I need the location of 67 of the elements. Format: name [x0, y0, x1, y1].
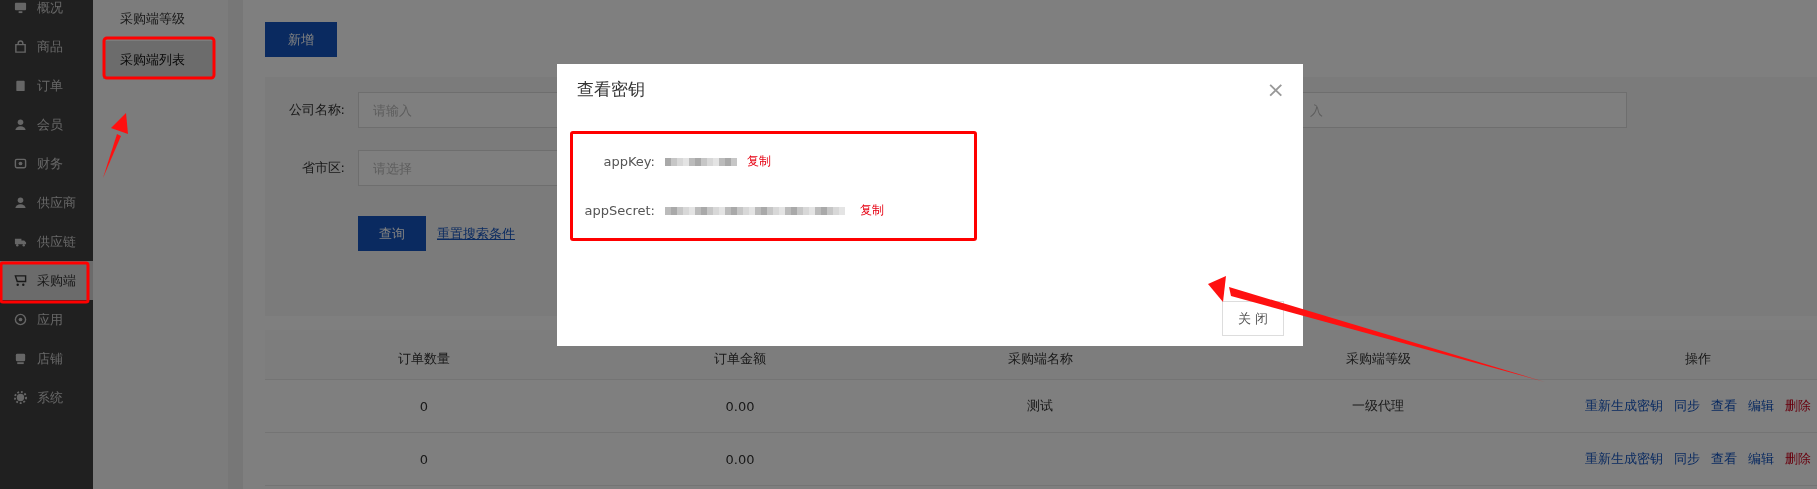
- sidebar-label: 供应链: [37, 232, 76, 251]
- sidebar-item[interactable]: 供应链: [0, 222, 93, 261]
- add-button[interactable]: 新增: [265, 22, 337, 57]
- sidebar-item[interactable]: 财务: [0, 144, 93, 183]
- sidebar-label: 财务: [37, 154, 63, 173]
- table-cell: 测试: [1027, 398, 1053, 413]
- action-link[interactable]: 编辑: [1748, 397, 1774, 415]
- table-cell: 0.00: [725, 451, 755, 467]
- sidebar-item[interactable]: 商品: [0, 27, 93, 66]
- column-header: 采购端名称: [1006, 349, 1074, 368]
- action-link[interactable]: 编辑: [1748, 450, 1774, 468]
- sidebar-label: 采购端: [37, 271, 76, 290]
- action-link[interactable]: 同步: [1674, 397, 1700, 415]
- sidebar-label: 店铺: [37, 349, 63, 368]
- person-icon: [14, 196, 27, 209]
- column-header: 订单数量: [397, 349, 451, 368]
- close-button[interactable]: ×: [1262, 78, 1289, 101]
- table-cell: 0: [419, 451, 429, 467]
- wallet-icon: [14, 157, 27, 170]
- submenu-item[interactable]: 采购端等级: [103, 0, 214, 38]
- action-link[interactable]: 查看: [1711, 397, 1737, 415]
- person-icon: [14, 118, 27, 131]
- sidebar-item[interactable]: 概况: [0, 0, 93, 27]
- sidebar-label: 订单: [37, 76, 63, 95]
- table-cell: 0: [419, 398, 429, 414]
- submenu-item[interactable]: 采购端列表: [103, 41, 214, 79]
- action-link[interactable]: 删除: [1785, 397, 1811, 415]
- sidebar-item[interactable]: 会员: [0, 105, 93, 144]
- arrow: [103, 113, 128, 178]
- monitor-icon: [14, 1, 27, 14]
- dialog-title: 查看密钥: [577, 78, 645, 101]
- gear-icon: [14, 391, 27, 404]
- action-link[interactable]: 查看: [1711, 450, 1737, 468]
- copy-link[interactable]: 复制: [747, 153, 771, 170]
- sidebar-label: 会员: [37, 115, 63, 134]
- bag-icon: [14, 40, 27, 53]
- sidebar-label: 系统: [37, 388, 63, 407]
- reset-link[interactable]: 重置搜索条件: [437, 224, 515, 243]
- action-link[interactable]: 重新生成密钥: [1585, 450, 1663, 468]
- clipboard-icon: [14, 79, 27, 92]
- table-cell: 0.00: [725, 398, 755, 414]
- action-link[interactable]: 重新生成密钥: [1585, 397, 1663, 415]
- query-button[interactable]: 查询: [358, 216, 426, 251]
- globe-icon: [14, 313, 27, 326]
- column-header: 操作: [1684, 349, 1712, 368]
- sidebar-item[interactable]: 订单: [0, 66, 93, 105]
- cart-icon: [14, 274, 27, 287]
- sidebar-label: 商品: [37, 37, 63, 56]
- shop-icon: [14, 352, 27, 365]
- sidebar-label: 概况: [37, 0, 63, 17]
- sidebar-item[interactable]: 系统: [0, 378, 93, 417]
- sidebar-label: 供应商: [37, 193, 76, 212]
- close-button[interactable]: 关 闭: [1222, 301, 1284, 336]
- action-link[interactable]: 同步: [1674, 450, 1700, 468]
- sidebar-item[interactable]: 供应商: [0, 183, 93, 222]
- column-header: 采购端等级: [1344, 349, 1412, 368]
- sidebar-item[interactable]: 店铺: [0, 339, 93, 378]
- field-label: appKey:: [602, 154, 655, 169]
- table-cell: 一级代理: [1352, 398, 1404, 413]
- field-label: 省市区:: [300, 159, 345, 177]
- field-label: 公司名称:: [287, 101, 345, 119]
- action-link[interactable]: 删除: [1785, 450, 1811, 468]
- sidebar-item[interactable]: 应用: [0, 300, 93, 339]
- field-label: appSecret:: [583, 203, 655, 218]
- copy-link[interactable]: 复制: [860, 202, 884, 219]
- column-header: 订单金额: [713, 349, 767, 368]
- sidebar-label: 应用: [37, 310, 63, 329]
